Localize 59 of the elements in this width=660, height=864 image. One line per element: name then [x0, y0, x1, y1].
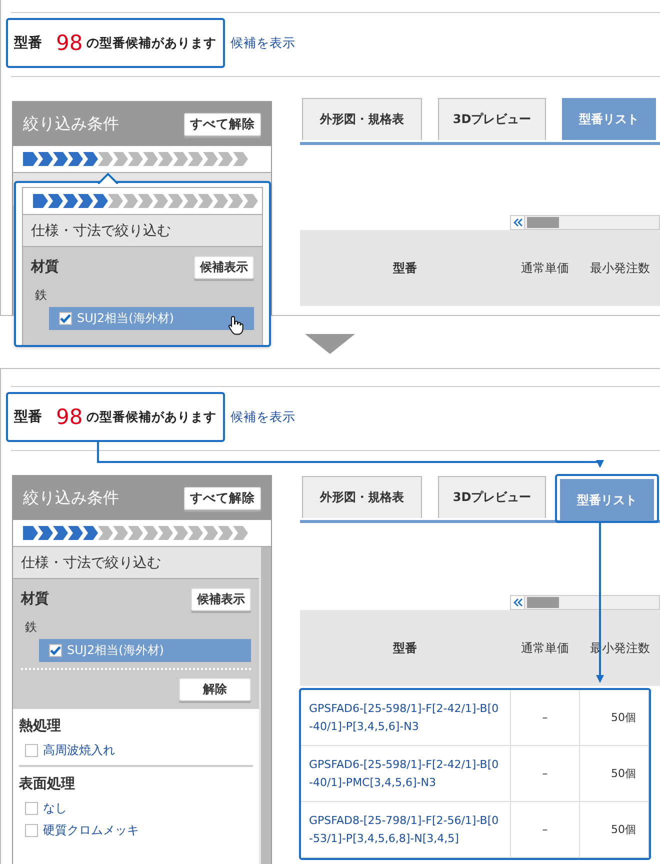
option-label[interactable]: 硬質クロムメッキ — [43, 822, 139, 838]
model-label: 型番 — [14, 34, 42, 52]
column-header: 型番 — [392, 640, 418, 656]
column-header: 通常単価 — [520, 260, 570, 276]
section-title: 仕様・寸法で絞り込む — [13, 547, 259, 579]
group-title: 表面処理 — [19, 775, 76, 793]
option-label[interactable]: なし — [43, 800, 67, 816]
candidate-text: の型番候補があります — [86, 34, 217, 52]
table-cell: 50個 — [580, 802, 649, 857]
model-number-link[interactable]: GPSFAD8-[25-798/1]-F[2-56/1]-B[0-53/1]-P[3,4,5,6,8]-N[3,4,5] — [301, 802, 511, 857]
filter-title: 絞り込み条件 — [23, 488, 119, 508]
tab[interactable]: 外形図・規格表 — [302, 98, 422, 140]
horizontal-scrollbar[interactable] — [510, 215, 660, 230]
scroll-thumb[interactable] — [527, 597, 559, 608]
group-title: 材質 — [21, 590, 49, 608]
tab[interactable]: 3Dプレビュー — [438, 98, 546, 140]
scroll-thumb[interactable] — [527, 217, 559, 228]
model-number-link[interactable]: GPSFAD6-[25-598/1]-F[2-42/1]-B[0-40/1]-P[3,4,5,6]-N3 — [301, 690, 511, 745]
column-header: 通常単価 — [520, 640, 570, 656]
checkbox[interactable] — [25, 824, 38, 836]
table-cell: – — [511, 746, 580, 801]
scroll-left-icon[interactable] — [512, 218, 522, 227]
group-title: 材質 — [31, 258, 59, 276]
option-label[interactable]: 高周波焼入れ — [43, 742, 115, 758]
column-header: 型番 — [392, 260, 418, 276]
tab[interactable]: 外形図・規格表 — [302, 476, 422, 518]
table-cell: – — [511, 690, 580, 745]
table-cell: 50個 — [580, 746, 649, 801]
show-candidates-link[interactable]: 候補を表示 — [230, 34, 296, 52]
show-candidates-link[interactable]: 候補を表示 — [230, 408, 296, 426]
candidate-count: 98 — [56, 31, 83, 55]
checkbox[interactable] — [25, 744, 38, 756]
clear-all-button[interactable]: すべて解除 — [184, 486, 261, 510]
candidate-count: 98 — [56, 405, 83, 429]
model-number-link[interactable]: GPSFAD6-[25-598/1]-F[2-42/1]-B[0-40/1]-PMC[3,4,5,6]-N3 — [301, 746, 511, 801]
tab[interactable]: 3Dプレビュー — [438, 476, 546, 518]
subgroup-label: 鉄 — [25, 619, 38, 636]
show-candidates-button[interactable]: 候補表示 — [194, 256, 254, 278]
scroll-left-icon[interactable] — [512, 598, 522, 607]
checkbox[interactable] — [25, 802, 38, 814]
show-candidates-button[interactable]: 候補表示 — [191, 588, 251, 610]
column-header: 最小発注数 — [589, 260, 651, 276]
down-arrow-icon — [305, 334, 355, 354]
clear-button[interactable]: 解除 — [179, 678, 251, 701]
subgroup-label: 鉄 — [35, 287, 48, 304]
group-title: 熱処理 — [19, 717, 62, 735]
checkbox[interactable] — [49, 644, 62, 657]
filter-title: 絞り込み条件 — [23, 114, 119, 134]
candidate-text: の型番候補があります — [86, 408, 217, 426]
table-cell: – — [511, 802, 580, 857]
horizontal-scrollbar[interactable] — [510, 595, 660, 610]
model-label: 型番 — [14, 408, 42, 426]
vertical-scrollbar[interactable] — [259, 547, 271, 864]
option-label: SUJ2相当(海外材) — [77, 310, 174, 327]
option-label: SUJ2相当(海外材) — [67, 642, 164, 659]
clear-all-button[interactable]: すべて解除 — [184, 112, 261, 136]
table-cell: 50個 — [580, 690, 649, 745]
checkbox[interactable] — [59, 312, 72, 325]
section-title: 仕様・寸法で絞り込む — [23, 215, 262, 247]
